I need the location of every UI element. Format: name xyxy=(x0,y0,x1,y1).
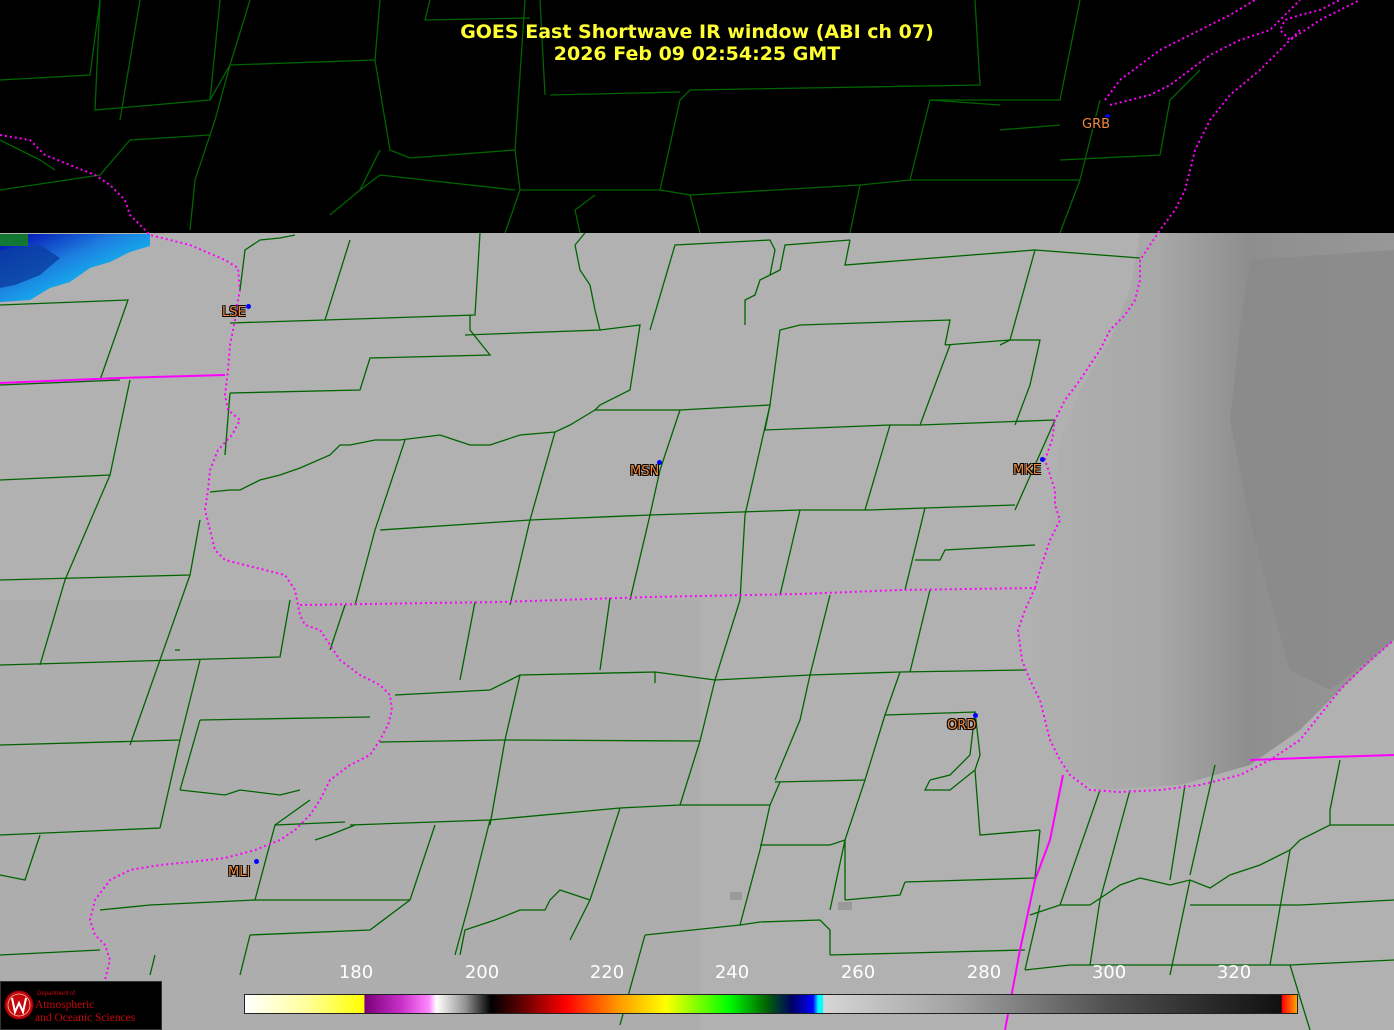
cold-cloud-green xyxy=(0,234,28,246)
station-dot-mli xyxy=(254,859,259,864)
colorbar-tick-200: 200 xyxy=(464,962,500,983)
colorbar-tick-280: 280 xyxy=(966,962,1002,983)
station-label-mli: MLI xyxy=(228,865,251,880)
station-dot-mke xyxy=(1040,457,1045,462)
logo-line1: Atmospheric xyxy=(35,999,95,1011)
satellite-map xyxy=(0,0,1394,1030)
uw-crest-icon xyxy=(4,990,34,1020)
aos-logo: Department of Atmospheric and Oceanic Sc… xyxy=(0,981,162,1030)
colorbar-tick-240: 240 xyxy=(714,962,750,983)
station-label-msn: MSN xyxy=(630,464,660,479)
map-timestamp: 2026 Feb 09 02:54:25 GMT xyxy=(553,43,841,65)
station-label-mke: MKE xyxy=(1013,463,1041,478)
temperature-colorbar xyxy=(244,994,1298,1014)
dark-pixel xyxy=(838,902,852,910)
station-label-lse: LSE xyxy=(222,305,246,320)
colorbar-tick-320: 320 xyxy=(1216,962,1252,983)
colorbar-tick-180: 180 xyxy=(338,962,374,983)
dark-pixel xyxy=(730,892,742,900)
station-dot-lse xyxy=(246,304,251,309)
colorbar-tick-300: 300 xyxy=(1091,962,1127,983)
station-label-ord: ORD xyxy=(947,718,977,733)
logo-line2: and Oceanic Sciences xyxy=(35,1012,136,1024)
station-label-grb: GRB xyxy=(1082,117,1111,132)
map-title: GOES East Shortwave IR window (ABI ch 07… xyxy=(460,21,934,43)
colorbar-tick-260: 260 xyxy=(840,962,876,983)
colorbar-tick-220: 220 xyxy=(589,962,625,983)
logo-dept-text: Department of xyxy=(37,991,76,997)
